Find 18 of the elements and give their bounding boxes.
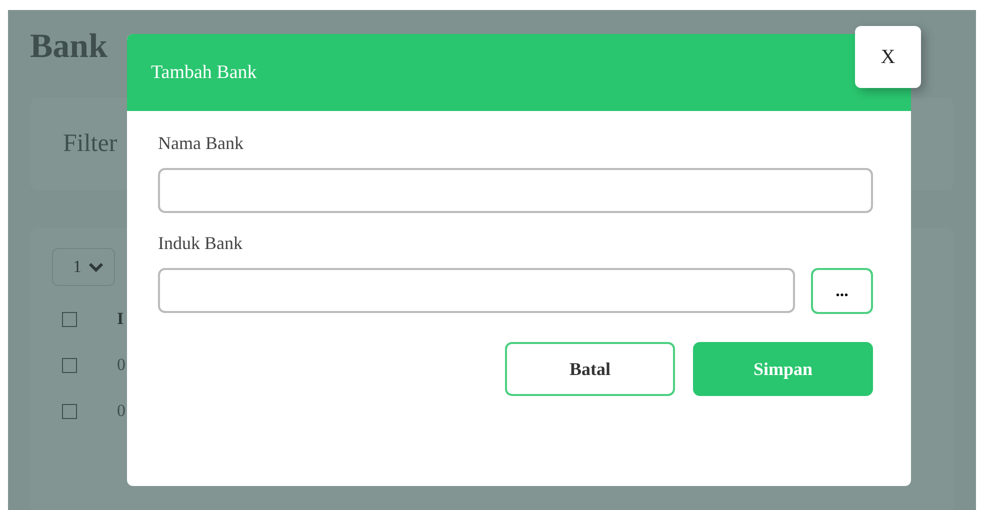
page-title: Bank bbox=[30, 28, 108, 66]
browse-button[interactable]: ... bbox=[811, 268, 873, 314]
input-field[interactable] bbox=[158, 268, 795, 313]
column-header: I bbox=[117, 309, 124, 329]
close-button[interactable]: X bbox=[855, 26, 921, 88]
chevron-down-icon bbox=[88, 261, 104, 273]
field-label: Nama Bank bbox=[158, 133, 244, 154]
checkbox[interactable] bbox=[62, 404, 77, 418]
field-label: Induk Bank bbox=[158, 233, 244, 254]
cancel-button[interactable]: Batal bbox=[505, 342, 675, 396]
table-cell: 0 bbox=[117, 401, 126, 421]
modal-title: Tambah Bank bbox=[151, 62, 257, 84]
checkbox[interactable] bbox=[62, 358, 77, 372]
page-size-select[interactable]: 1 bbox=[52, 248, 114, 286]
input-field[interactable] bbox=[158, 168, 873, 213]
checkbox[interactable] bbox=[62, 312, 77, 326]
filter-label: Filter bbox=[63, 130, 118, 158]
table-cell: 0 bbox=[117, 355, 126, 375]
